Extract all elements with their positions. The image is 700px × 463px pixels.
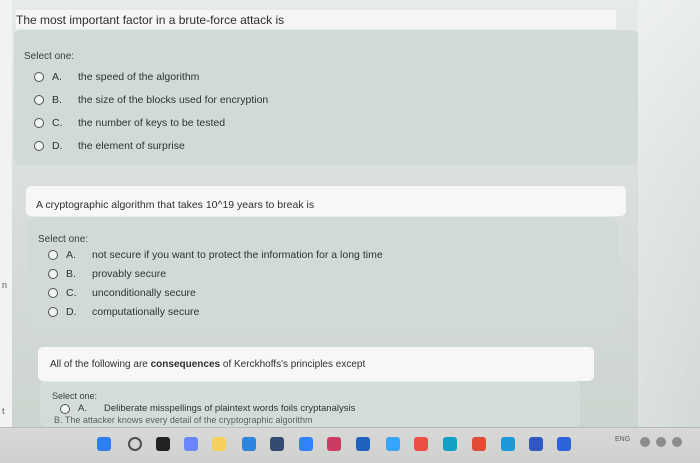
question-1-title: The most important factor in a brute-for…: [16, 10, 616, 30]
radio-button-icon[interactable]: [34, 72, 44, 82]
radio-button-icon[interactable]: [60, 403, 70, 414]
question-3-header: All of the following are consequences of…: [38, 347, 594, 381]
answer-option-a[interactable]: A. not secure if you want to protect the…: [48, 249, 383, 261]
screen: n t The most important factor in a brute…: [0, 0, 700, 463]
answer-option-a[interactable]: A. Deliberate misspellings of plaintext …: [60, 403, 355, 414]
left-gutter: n t: [0, 0, 12, 462]
option-text: computationally secure: [92, 306, 200, 318]
question-3-prompt: All of the following are consequences of…: [50, 359, 365, 371]
gutter-mark: t: [2, 406, 5, 416]
maps-icon[interactable]: [501, 437, 515, 451]
option-text: the speed of the algorithm: [78, 71, 200, 83]
radio-button-icon[interactable]: [48, 250, 58, 260]
meet-icon[interactable]: [184, 437, 198, 451]
answer-option-b[interactable]: B. the size of the blocks used for encry…: [34, 94, 268, 106]
option-text: the number of keys to be tested: [78, 117, 226, 129]
excel-icon[interactable]: [529, 437, 543, 451]
answer-option-c[interactable]: C. the number of keys to be tested: [34, 117, 225, 129]
radio-button-icon[interactable]: [34, 141, 44, 151]
taskbar: ENG: [0, 427, 700, 463]
option-letter: D.: [52, 140, 63, 152]
question-2-header: A cryptographic algorithm that takes 10^…: [26, 186, 626, 216]
select-one-label: Select one:: [52, 391, 98, 401]
edge-icon[interactable]: [242, 437, 256, 451]
app-red-icon[interactable]: [414, 437, 428, 451]
option-text: not secure if you want to protect the in…: [92, 249, 383, 261]
chrome-icon[interactable]: [443, 437, 457, 451]
tray-icon[interactable]: [656, 437, 666, 447]
question-3-prompt-suffix: of Kerckhoffs's principles except: [220, 359, 366, 370]
answer-option-b-cut[interactable]: B. The attacker knows every detail of th…: [54, 415, 394, 425]
gutter-mark: n: [2, 280, 8, 290]
select-one-label: Select one:: [38, 234, 89, 245]
option-letter: C.: [66, 287, 77, 299]
radio-button-icon[interactable]: [48, 307, 58, 317]
option-letter: A.: [52, 71, 62, 83]
select-one-label: Select one:: [24, 51, 75, 62]
question-1-prompt: The most important factor in a brute-for…: [16, 13, 285, 27]
radio-button-icon[interactable]: [48, 288, 58, 298]
question-card-1: Select one: A. the speed of the algorith…: [14, 29, 638, 165]
option-text: Deliberate misspellings of plaintext wor…: [104, 403, 356, 414]
task-view-icon[interactable]: [156, 437, 170, 451]
answer-option-b[interactable]: B. provably secure: [48, 268, 166, 280]
radio-button-icon[interactable]: [34, 118, 44, 128]
option-letter: D.: [66, 306, 77, 318]
option-letter: B.: [66, 268, 76, 280]
store-icon[interactable]: [270, 437, 284, 451]
office-icon[interactable]: [472, 437, 486, 451]
option-text: provably secure: [92, 268, 167, 280]
tray-language: ENG: [615, 436, 631, 443]
window-edge-glare: [638, 0, 700, 427]
search-icon[interactable]: [128, 437, 142, 451]
answer-option-c[interactable]: C. unconditionally secure: [48, 287, 196, 299]
radio-button-icon[interactable]: [34, 95, 44, 105]
app-icon[interactable]: [299, 437, 313, 451]
question-2-prompt: A cryptographic algorithm that takes 10^…: [36, 199, 315, 211]
option-text: The attacker knows every detail of the c…: [64, 415, 313, 425]
windows-icon[interactable]: [97, 437, 111, 451]
mail-icon[interactable]: [327, 437, 341, 451]
option-letter: B.: [54, 415, 63, 425]
option-text: the element of surprise: [78, 140, 185, 152]
tray-icon[interactable]: [640, 437, 650, 447]
option-letter: B.: [52, 94, 62, 106]
option-text: unconditionally secure: [92, 287, 196, 299]
file-explorer-icon[interactable]: [212, 437, 226, 451]
option-letter: C.: [52, 117, 63, 129]
tray-icon[interactable]: [672, 437, 682, 447]
answer-option-d[interactable]: D. computationally secure: [48, 306, 199, 318]
question-card-2: Select one: A. not secure if you want to…: [28, 216, 618, 330]
option-letter: A.: [66, 249, 76, 261]
option-text: the size of the blocks used for encrypti…: [78, 94, 269, 106]
word-2-icon[interactable]: [557, 437, 571, 451]
answer-option-a[interactable]: A. the speed of the algorithm: [34, 71, 199, 83]
check-icon[interactable]: [386, 437, 400, 451]
radio-button-icon[interactable]: [48, 269, 58, 279]
question-3-prompt-bold: consequences: [150, 359, 221, 370]
word-icon[interactable]: [356, 437, 370, 451]
option-letter: A.: [78, 403, 87, 414]
question-3-prompt-prefix: All of the following are: [50, 359, 151, 370]
answer-option-d[interactable]: D. the element of surprise: [34, 140, 185, 152]
